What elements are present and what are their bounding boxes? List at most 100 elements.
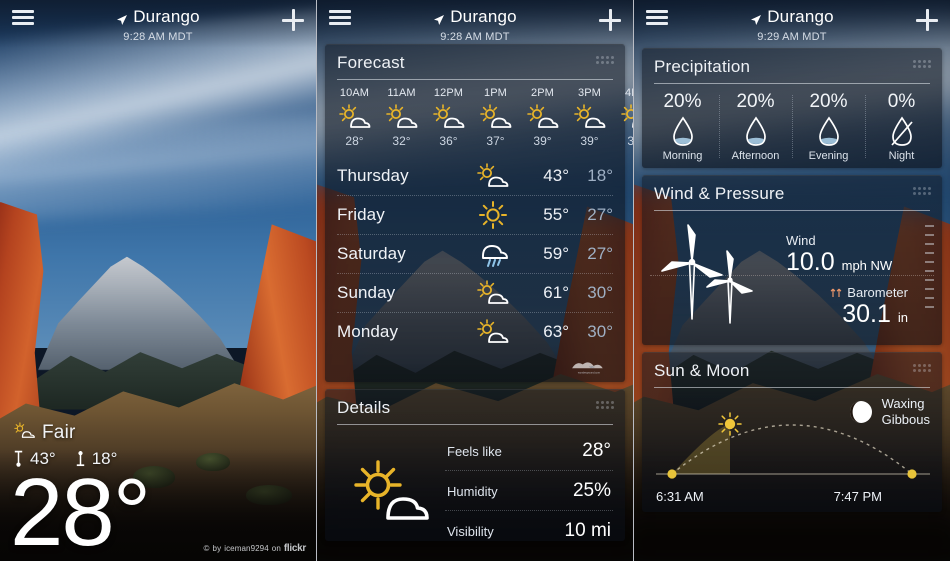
weather-underground-logo[interactable]: wu wunderground.com: [569, 359, 615, 376]
svg-text:wu: wu: [590, 365, 595, 369]
day-low: 30°: [587, 283, 613, 302]
sun-behind-cloud-icon: [337, 458, 445, 524]
add-location-button[interactable]: [260, 7, 304, 31]
detail-label: Humidity: [447, 484, 498, 499]
day-name: Sunday: [337, 283, 396, 302]
drag-handle-icon[interactable]: [913, 364, 931, 372]
sun-moon-title: Sun & Moon: [654, 361, 750, 380]
location-arrow-icon: [433, 12, 445, 25]
pressure-scale-ticks: [925, 225, 934, 308]
menu-button[interactable]: [329, 7, 373, 25]
water-drop-icon: [792, 115, 865, 149]
credit-prefix: by: [212, 544, 222, 553]
forecast-title: Forecast: [337, 53, 405, 72]
menu-button[interactable]: [646, 7, 690, 25]
sun-behind-cloud-icon: [463, 162, 523, 189]
cards-container: Forecast 10AM 28° 11AM 32° 12PM 36° 1PM …: [317, 0, 633, 561]
detail-value: 28°: [582, 440, 611, 461]
local-time: 9:28 AM MDT: [440, 30, 510, 43]
sun-behind-cloud-icon: [425, 102, 472, 132]
daily-forecast-row[interactable]: Thursday 43° 18°: [337, 156, 613, 195]
cards-container: Precipitation 20% Morning 20% Afternoon 20…: [634, 0, 950, 561]
hourly-forecast-scroller[interactable]: 10AM 28° 11AM 32° 12PM 36° 1PM 37° 2PM 3…: [325, 80, 633, 156]
hour-temp: 39°: [580, 134, 599, 148]
hour-temp: 37°: [486, 134, 505, 148]
precipitation-period: Morning: [662, 150, 703, 162]
detail-row: Visibility 10 mi: [445, 510, 613, 550]
drag-handle-icon[interactable]: [913, 60, 931, 68]
navbar-title: Durango 9:28 AM MDT: [56, 7, 260, 43]
wind-label: Wind: [786, 233, 816, 248]
day-high: 61°: [543, 283, 569, 302]
day-name: Saturday: [337, 244, 406, 263]
sun-behind-cloud-icon: [463, 280, 523, 306]
hamburger-icon[interactable]: [646, 10, 668, 25]
detail-row: Feels like 28°: [445, 431, 613, 470]
photo-credit[interactable]: © by iceman9294 on flickr: [203, 543, 307, 554]
water-drop-icon: [719, 115, 792, 149]
wind-body: Wind 10.0 mph NW Barometer 30.1 in: [642, 211, 942, 337]
moon-phase: Waxing Gibbous: [848, 396, 930, 429]
daily-forecast-row[interactable]: Monday 63° 30°: [337, 312, 613, 351]
hourly-forecast-item: 3PM 39°: [566, 87, 613, 148]
detail-row: Humidity 25%: [445, 470, 613, 510]
panel-conditions: Durango 9:29 AM MDT Precipitation 20% Mo…: [633, 0, 950, 561]
condition-text: Fair: [42, 421, 76, 443]
hour-temp: 39°: [533, 134, 552, 148]
rain-cloud-icon: [463, 239, 523, 269]
precipitation-percent: 20%: [663, 91, 702, 112]
barometer-unit: in: [897, 310, 908, 325]
copyright-symbol: ©: [203, 544, 210, 553]
drag-handle-icon[interactable]: [596, 401, 614, 409]
hour-temp: 36°: [439, 134, 458, 148]
daily-forecast-row[interactable]: Sunday 61° 30°: [337, 273, 613, 312]
navbar-title: Durango 9:28 AM MDT: [373, 7, 577, 43]
precipitation-period: Evening: [808, 150, 849, 162]
hamburger-icon[interactable]: [12, 10, 34, 25]
water-drop-crossed-icon: [865, 115, 938, 149]
add-location-button[interactable]: [894, 7, 938, 31]
flickr-wordmark: flickr: [283, 543, 306, 554]
sun-icon: [463, 200, 523, 230]
sun-times: 6:31 AM 7:47 PM: [642, 489, 942, 504]
daily-forecast-row[interactable]: Friday 55° 27°: [337, 195, 613, 234]
menu-button[interactable]: [12, 7, 56, 25]
precipitation-column: 0% Night: [865, 91, 938, 162]
navbar: Durango 9:28 AM MDT: [0, 0, 316, 48]
wind-pressure-title: Wind & Pressure: [654, 184, 785, 203]
day-name: Thursday: [337, 165, 409, 185]
hamburger-icon[interactable]: [329, 10, 351, 25]
precipitation-column: 20% Evening: [792, 91, 865, 162]
hourly-forecast-item: 2PM 39°: [519, 87, 566, 148]
wind-readout: Wind 10.0 mph NW: [786, 233, 892, 277]
condition-row: Fair: [14, 422, 149, 444]
sun-behind-cloud-icon: [14, 422, 36, 444]
drag-handle-icon[interactable]: [913, 187, 931, 195]
hour-label: 1PM: [484, 87, 507, 99]
day-low: 30°: [587, 322, 613, 341]
sun-behind-cloud-icon: [566, 102, 613, 132]
local-time: 9:29 AM MDT: [757, 30, 827, 43]
sun-icon: [718, 412, 742, 436]
weather-app-screenshots: Durango 9:28 AM MDT Fair 43° 18° 28° © b…: [0, 0, 950, 561]
hourly-forecast-item: 4PM 39°: [613, 87, 633, 148]
daily-forecast-row[interactable]: Saturday 59° 27°: [337, 234, 613, 273]
sun-behind-cloud-icon: [613, 102, 633, 132]
moon-phase-line2: Gibbous: [881, 412, 930, 428]
sunset-time: 7:47 PM: [833, 489, 882, 504]
panel-forecast: Durango 9:28 AM MDT Forecast 10AM 28° 11A…: [316, 0, 633, 561]
sun-behind-cloud-icon: [519, 102, 566, 132]
precipitation-period: Night: [888, 150, 915, 162]
current-temperature: 28°: [10, 458, 151, 561]
plus-icon[interactable]: [916, 9, 938, 31]
detail-value: 25%: [572, 480, 611, 501]
detail-value: 10 mi: [564, 520, 611, 541]
plus-icon[interactable]: [599, 9, 621, 31]
add-location-button[interactable]: [577, 7, 621, 31]
plus-icon[interactable]: [282, 9, 304, 31]
day-low: 27°: [587, 244, 613, 263]
drag-handle-icon[interactable]: [596, 56, 614, 64]
city-name: Durango: [133, 7, 200, 26]
sun-behind-cloud-icon: [472, 102, 519, 132]
hour-label: 2PM: [531, 87, 554, 99]
